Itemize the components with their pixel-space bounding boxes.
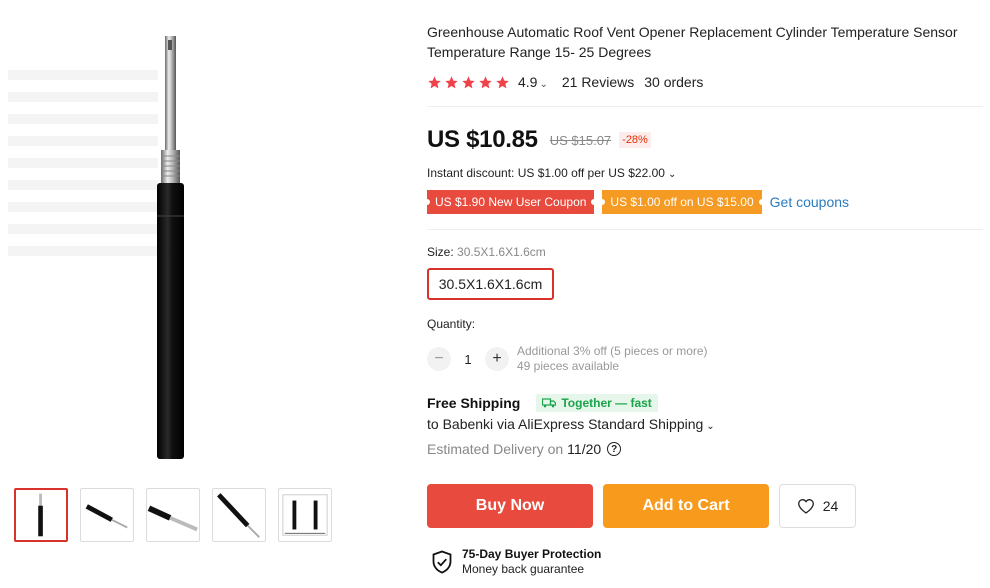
thumbnail-3[interactable] (146, 488, 200, 542)
action-buttons: Buy Now Add to Cart 24 (427, 484, 856, 528)
price-row: US $10.85 US $15.07 -28% (427, 124, 651, 156)
store-coupon[interactable]: US $1.00 off on US $15.00 (599, 190, 765, 214)
rating-value[interactable]: 4.9 ⌄ (518, 74, 548, 90)
divider (427, 106, 983, 107)
free-shipping-title: Free Shipping (427, 395, 521, 411)
size-selected-value: 30.5X1.6X1.6cm (457, 245, 546, 259)
thumbnail-5[interactable] (278, 488, 332, 542)
instant-discount[interactable]: Instant discount: US $1.00 off per US $2… (427, 166, 676, 180)
quantity-label: Quantity: (427, 317, 476, 331)
wishlist-button[interactable]: 24 (779, 484, 856, 528)
reviews-link[interactable]: 21 Reviews (562, 74, 634, 90)
chevron-down-icon: ⌄ (667, 169, 677, 180)
new-user-coupon[interactable]: US $1.90 New User Coupon (423, 190, 598, 214)
together-badge-text: Together — fast (561, 396, 652, 410)
buy-now-button[interactable]: Buy Now (427, 484, 593, 528)
increase-button[interactable]: + (485, 347, 509, 371)
star-icon (445, 75, 458, 88)
protection-subtitle: Money back guarantee (462, 562, 585, 576)
chevron-down-icon: ⌄ (539, 79, 548, 90)
size-label-text: Size: (427, 245, 454, 259)
together-fast-badge: Together — fast (536, 394, 658, 412)
buyer-protection: 75-Day Buyer Protection Money back guara… (431, 547, 601, 577)
thumbnail-1[interactable] (14, 488, 68, 542)
quantity-input[interactable] (451, 351, 485, 367)
star-icon (496, 75, 509, 88)
shipping-destination-text: to Babenki via AliExpress Standard Shipp… (427, 416, 704, 432)
estimated-delivery: Estimated Delivery on 11/20 ? (427, 441, 622, 457)
rating-row: 4.9 ⌄ 21 Reviews 30 orders (427, 72, 713, 92)
shipping-destination[interactable]: to Babenki via AliExpress Standard Shipp… (427, 416, 715, 432)
thumbnail-dimensions (282, 494, 328, 536)
thumbnail-cylinder-diagonal (85, 504, 128, 529)
cylinder-sensor-image (157, 36, 184, 459)
quantity-stepper: − + Additional 3% off (5 pieces or more)… (427, 344, 708, 374)
thumbnail-cylinder-closeup (147, 505, 198, 532)
thumbnail-4[interactable] (212, 488, 266, 542)
thumbnail-2[interactable] (80, 488, 134, 542)
instant-discount-text: Instant discount: US $1.00 off per US $2… (427, 166, 665, 180)
thumbnail-cylinder-vertical (38, 493, 43, 537)
help-icon[interactable]: ? (607, 442, 622, 456)
chevron-down-icon: ⌄ (706, 421, 715, 432)
stock-available: 49 pieces available (517, 359, 620, 373)
star-icon (428, 75, 441, 88)
truck-icon (542, 398, 557, 408)
heart-icon (797, 499, 814, 514)
estimated-delivery-label: Estimated Delivery on (427, 441, 564, 457)
main-product-image[interactable] (0, 0, 350, 480)
get-coupons-link[interactable]: Get coupons (770, 194, 849, 210)
protection-title: 75-Day Buyer Protection (462, 547, 602, 561)
decrease-button[interactable]: − (427, 347, 451, 371)
rating-stars (427, 75, 510, 90)
discount-badge: -28% (619, 132, 651, 148)
original-price: US $15.07 (549, 132, 612, 148)
orders-count: 30 orders (644, 74, 704, 90)
thumbnail-cylinder-angle (217, 493, 260, 538)
shipping-row: Free Shipping Together — fast (427, 392, 658, 414)
shield-check-icon (432, 550, 452, 574)
size-option-selected[interactable]: 30.5X1.6X1.6cm (427, 268, 554, 300)
star-icon (462, 75, 475, 88)
thumbnail-strip (14, 488, 332, 542)
wishlist-count: 24 (822, 498, 839, 514)
product-title: Greenhouse Automatic Roof Vent Opener Re… (427, 24, 958, 60)
size-label: Size: 30.5X1.6X1.6cm (427, 245, 546, 259)
bulk-discount-note: Additional 3% off (5 pieces or more) (517, 344, 708, 358)
current-price: US $10.85 (427, 126, 538, 153)
add-to-cart-button[interactable]: Add to Cart (603, 484, 769, 528)
divider (427, 229, 983, 230)
coupon-row: US $1.90 New User Coupon US $1.00 off on… (423, 190, 849, 214)
rating-number: 4.9 (518, 74, 538, 90)
quantity-notes: Additional 3% off (5 pieces or more) 49 … (517, 344, 708, 374)
star-icon (479, 75, 492, 88)
estimated-delivery-date: 11/20 (567, 441, 602, 457)
